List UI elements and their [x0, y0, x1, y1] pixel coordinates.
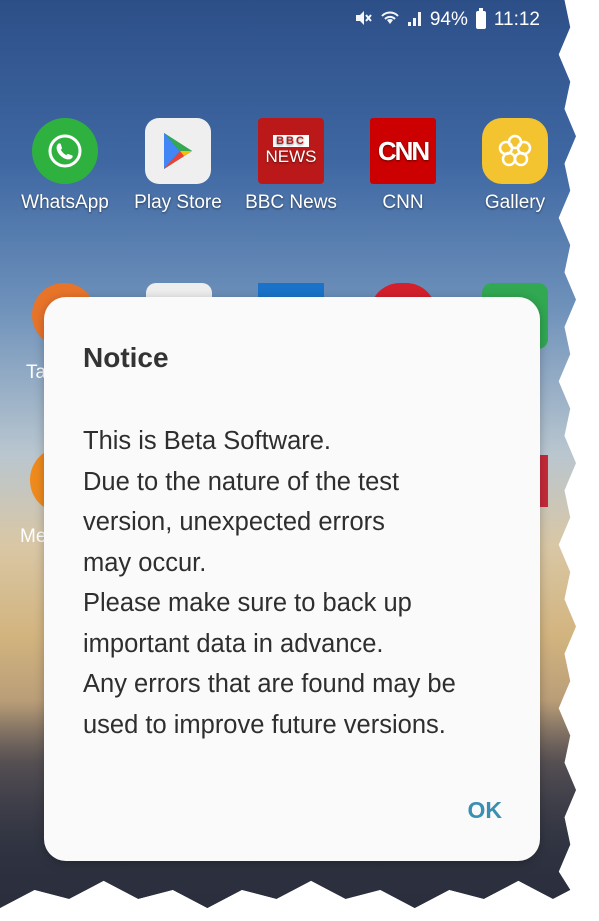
message-line: used to improve future versions. — [83, 710, 446, 739]
whatsapp-icon — [32, 118, 98, 184]
message-line: Any errors that are found may be — [83, 670, 456, 698]
cnn-logo-text: CNN — [377, 135, 430, 166]
message-line: Due to the nature of the test — [83, 467, 400, 496]
app-play-store[interactable]: Play Store — [123, 118, 233, 214]
mute-icon — [354, 9, 372, 32]
gallery-icon — [482, 118, 548, 184]
app-cnn[interactable]: CNN CNN — [348, 118, 458, 214]
app-label: Gallery — [484, 192, 546, 213]
app-label: Play Store — [134, 192, 222, 213]
bbc-news-icon: BBC NEWS — [258, 118, 324, 184]
app-bbc-news[interactable]: BBC NEWS BBC News — [236, 118, 346, 214]
message-line: version, unexpected errors — [83, 508, 385, 536]
bbc-logo-bottom: NEWS — [265, 147, 317, 166]
phone-screen: 94% 11:12 WhatsApp Play Store BBC NEWS B… — [0, 0, 576, 908]
dialog-message: This is Beta Software. Due to the nature… — [83, 421, 523, 745]
app-whatsapp[interactable]: WhatsApp — [10, 118, 120, 214]
status-bar: 94% 11:12 — [354, 8, 540, 32]
app-label: BBC News — [245, 192, 337, 213]
battery-percent: 94% — [429, 9, 468, 30]
wifi-icon — [380, 10, 400, 31]
app-label: WhatsApp — [21, 192, 109, 213]
bbc-logo-top: BBC — [273, 135, 309, 147]
cnn-icon: CNN — [370, 118, 436, 184]
signal-icon — [407, 10, 422, 31]
app-label: CNN — [382, 192, 424, 213]
ok-button[interactable]: OK — [468, 797, 503, 824]
clock: 11:12 — [493, 9, 540, 30]
message-line: may occur. — [83, 548, 207, 577]
battery-icon — [475, 8, 486, 29]
play-store-icon — [145, 118, 211, 184]
app-label-partial: Me — [20, 526, 47, 547]
app-gallery[interactable]: Gallery — [460, 118, 570, 214]
message-line: important data in advance. — [83, 629, 384, 658]
notice-dialog: Notice This is Beta Software. Due to the… — [44, 297, 540, 861]
message-line: Please make sure to back up — [83, 589, 412, 617]
dialog-title: Notice — [83, 342, 169, 373]
message-line: This is Beta Software. — [83, 427, 332, 455]
